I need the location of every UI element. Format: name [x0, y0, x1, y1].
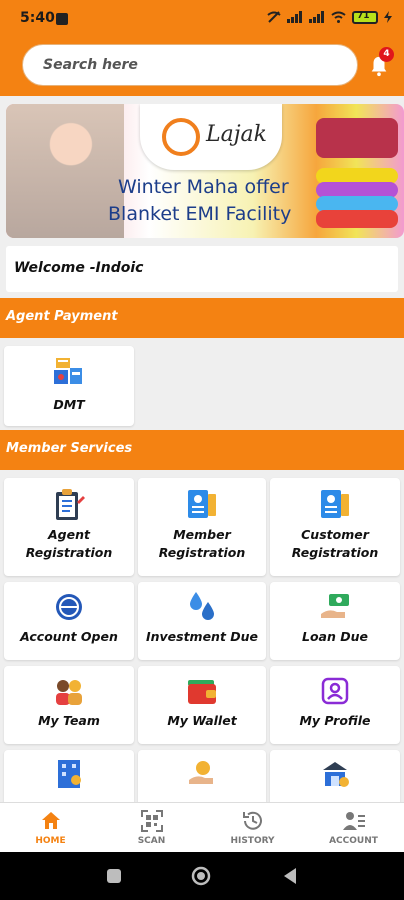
nav-scan[interactable]: SCAN	[101, 803, 202, 853]
back-button[interactable]	[282, 867, 298, 885]
nav-account[interactable]: ACCOUNT	[303, 803, 404, 853]
home-icon	[41, 812, 60, 829]
no-wifi-alert-icon	[267, 11, 281, 23]
section-header-agent-payment: Agent Payment	[0, 298, 404, 338]
nav-account-label: ACCOUNT	[329, 836, 378, 846]
customer-registration-label-2: Registration	[291, 545, 379, 560]
building-icon	[58, 760, 81, 788]
search-input[interactable]: Search here	[22, 44, 358, 86]
profile-icon	[321, 677, 349, 705]
battery-level: 71	[357, 10, 370, 21]
my-wallet-card[interactable]: My Wallet	[138, 666, 266, 744]
agent-registration-label-1: Agent	[48, 527, 90, 542]
globe-icon	[56, 594, 82, 620]
nav-home-label: HOME	[35, 836, 66, 846]
service-card[interactable]	[138, 750, 266, 810]
loan-due-label: Loan Due	[302, 629, 368, 644]
id-card-icon	[321, 490, 349, 518]
promo-banner[interactable]: Lajak Winter Maha offer Blanket EMI Faci…	[6, 104, 404, 238]
my-wallet-label: My Wallet	[167, 713, 237, 728]
welcome-text: Welcome -Indoic	[6, 246, 398, 292]
dmt-card[interactable]: DMT	[4, 346, 134, 426]
system-nav-bar	[0, 852, 404, 900]
nav-history[interactable]: HISTORY	[202, 803, 303, 853]
customer-registration-card[interactable]: Customer Registration	[270, 478, 400, 576]
money-hand-icon	[321, 594, 349, 618]
nav-home[interactable]: HOME	[0, 803, 101, 853]
member-registration-card[interactable]: Member Registration	[138, 478, 266, 576]
water-drops-icon	[190, 592, 214, 620]
banner-headline: Winter Maha offer	[118, 176, 289, 198]
my-profile-card[interactable]: My Profile	[270, 666, 400, 744]
my-profile-label: My Profile	[299, 713, 371, 728]
account-open-label: Account Open	[20, 629, 118, 644]
service-card[interactable]	[4, 750, 134, 810]
agent-registration-label-2: Registration	[25, 545, 113, 560]
status-bar: 5:40 71	[0, 0, 404, 38]
logo-mark-icon	[162, 118, 200, 156]
signal-icon	[309, 11, 324, 23]
section-header-member-services: Member Services	[0, 430, 404, 470]
status-time: 5:40	[20, 10, 55, 26]
bottom-nav: HOME SCAN HISTORY ACCOUNT	[0, 802, 404, 852]
wifi-icon	[331, 11, 346, 23]
brand-logo: Lajak	[140, 104, 282, 170]
bank-icon	[323, 762, 349, 787]
recents-button[interactable]	[106, 868, 122, 884]
account-open-card[interactable]: Account Open	[4, 582, 134, 660]
account-icon	[342, 812, 365, 830]
customer-registration-label-1: Customer	[301, 527, 369, 542]
qr-scan-icon	[140, 810, 163, 832]
battery-icon: 71	[352, 10, 378, 24]
search-placeholder: Search here	[43, 57, 138, 73]
status-icons: 71	[267, 10, 392, 24]
member-registration-label-1: Member	[173, 527, 231, 542]
dmt-label: DMT	[53, 397, 85, 412]
banner-model-image	[6, 104, 124, 238]
team-icon	[56, 680, 82, 705]
nav-history-label: HISTORY	[230, 836, 275, 846]
investment-due-label: Investment Due	[145, 629, 259, 644]
member-registration-label-2: Registration	[158, 545, 246, 560]
brand-name: Lajak	[206, 122, 267, 147]
signal-icon	[287, 11, 302, 23]
nav-scan-label: SCAN	[137, 836, 166, 846]
my-team-card[interactable]: My Team	[4, 666, 134, 744]
wallet-icon	[188, 680, 216, 704]
dmt-icon	[54, 358, 82, 384]
blankets-image	[316, 118, 398, 230]
notification-badge: 4	[379, 47, 394, 62]
clipboard-pen-icon	[56, 489, 85, 520]
header: Search here 4	[0, 38, 404, 96]
home-button[interactable]	[191, 866, 211, 886]
history-icon	[242, 811, 262, 830]
service-card[interactable]	[270, 750, 400, 810]
agent-registration-card[interactable]: Agent Registration	[4, 478, 134, 576]
sim-icon	[56, 13, 68, 25]
my-team-label: My Team	[38, 713, 100, 728]
banner-subheadline: Blanket EMI Facility	[108, 203, 292, 225]
charging-icon	[384, 11, 392, 23]
loan-due-card[interactable]: Loan Due	[270, 582, 400, 660]
coin-hand-icon	[189, 761, 213, 784]
id-card-icon	[188, 490, 216, 518]
investment-due-card[interactable]: Investment Due	[138, 582, 266, 660]
